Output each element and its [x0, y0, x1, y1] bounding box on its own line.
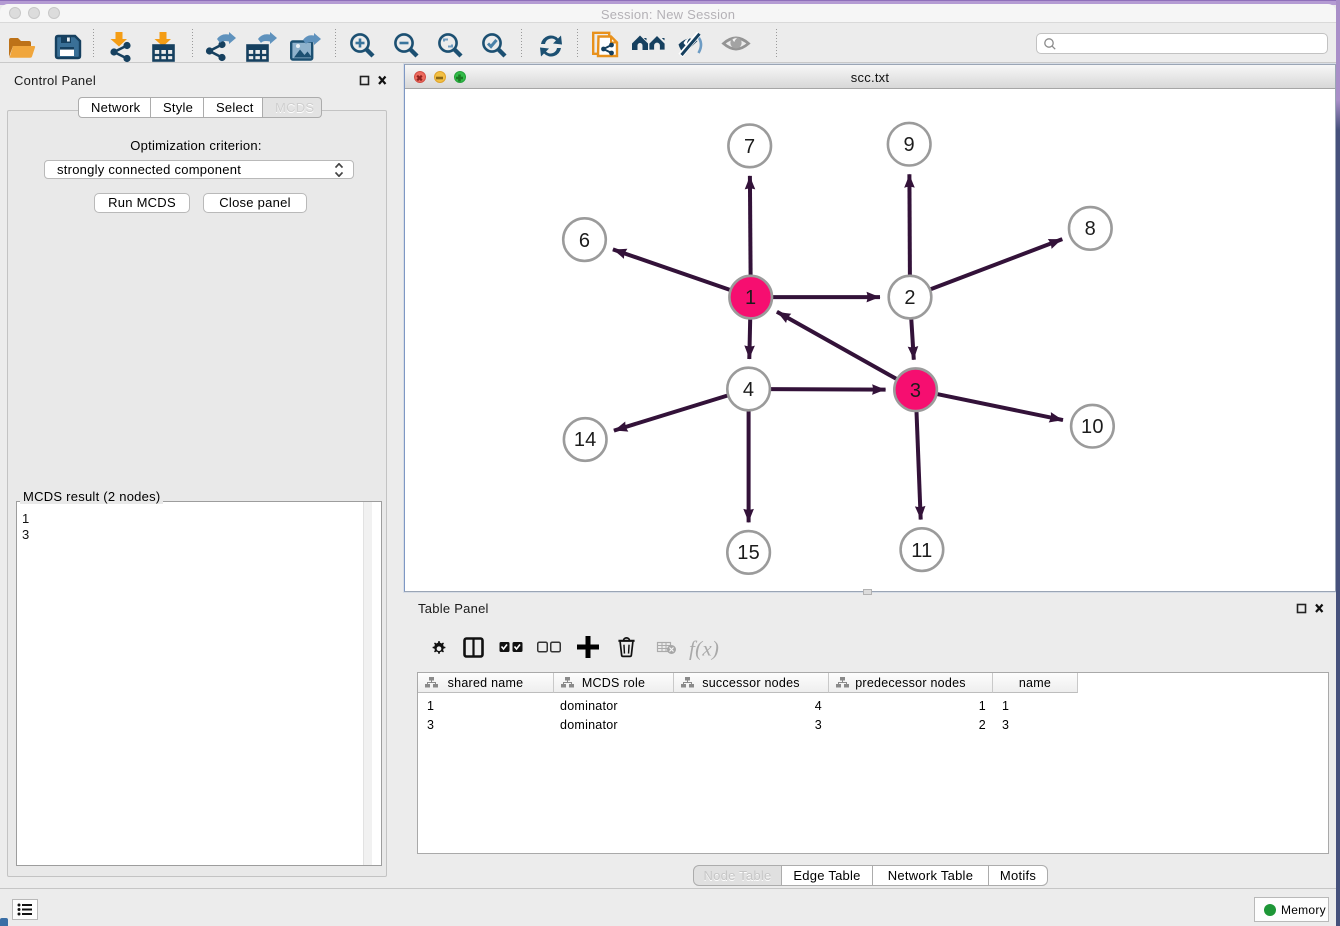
- svg-text:11: 11: [911, 540, 932, 562]
- svg-text:3: 3: [910, 380, 921, 402]
- svg-text:6: 6: [579, 230, 590, 252]
- svg-text:1: 1: [745, 287, 756, 309]
- svg-text:8: 8: [1085, 218, 1096, 240]
- svg-text:15: 15: [737, 542, 760, 564]
- svg-text:9: 9: [904, 134, 915, 156]
- svg-text:14: 14: [574, 429, 597, 451]
- svg-text:7: 7: [744, 136, 755, 158]
- svg-text:10: 10: [1081, 416, 1104, 438]
- svg-text:4: 4: [743, 379, 754, 401]
- svg-text:f(x): f(x): [689, 637, 719, 661]
- svg-text:2: 2: [904, 287, 915, 309]
